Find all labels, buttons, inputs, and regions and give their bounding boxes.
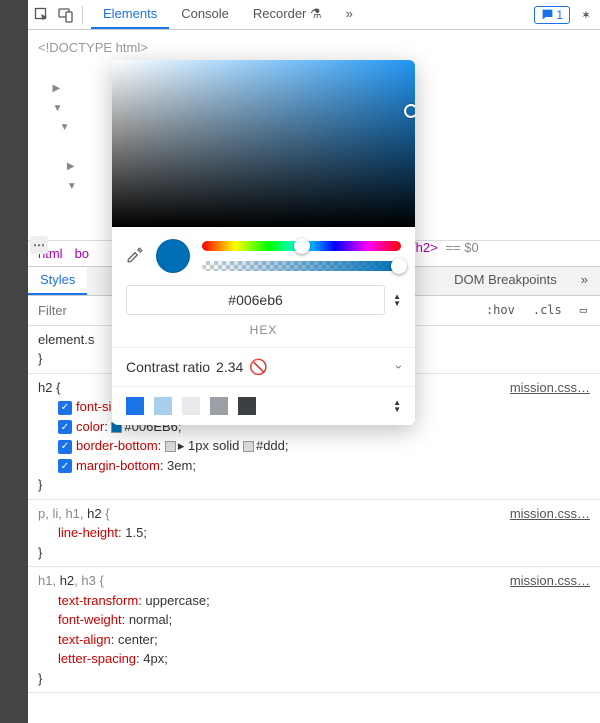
chat-icon [541, 8, 554, 21]
contrast-value: 2.34 [216, 359, 243, 375]
device-toggle-icon[interactable] [58, 7, 74, 23]
tab-recorder-label: Recorder [253, 6, 306, 21]
new-style-rule-icon[interactable]: ▭ [573, 300, 594, 320]
chevron-down-icon: ▼ [393, 300, 401, 307]
subtabs-overflow[interactable]: » [569, 267, 600, 295]
eyedropper-icon[interactable] [126, 246, 144, 267]
css-rule[interactable]: p, li, h1, h2 {mission.css…line-height: … [28, 500, 600, 568]
source-link[interactable]: mission.css… [510, 378, 590, 398]
flask-icon: ⚗︎ [310, 6, 322, 22]
subtab-dom-breakpoints[interactable]: DOM Breakpoints [442, 267, 569, 295]
color-picker: ▲▼ HEX Contrast ratio 2.34 🚫 › ▲▼ [112, 60, 415, 425]
inspect-icon[interactable] [34, 7, 50, 23]
source-link[interactable]: mission.css… [510, 571, 590, 591]
source-link[interactable]: mission.css… [510, 504, 590, 524]
toggle-checkbox[interactable]: ✓ [58, 440, 72, 454]
chevron-down-icon: ▼ [393, 406, 401, 413]
contrast-fail-icon: 🚫 [249, 358, 268, 376]
toggle-checkbox[interactable]: ✓ [58, 420, 72, 434]
panel-tabs: Elements Console Recorder ⚗︎ » [91, 0, 365, 29]
issues-count: 1 [556, 8, 563, 22]
color-swatch[interactable] [165, 441, 176, 452]
sv-field[interactable] [112, 60, 415, 227]
sv-cursor[interactable] [404, 104, 415, 118]
hov-toggle[interactable]: :hov [479, 300, 522, 320]
color-swatch[interactable] [243, 441, 254, 452]
contrast-row[interactable]: Contrast ratio 2.34 🚫 › [112, 347, 415, 386]
issues-badge[interactable]: 1 [534, 6, 570, 24]
hex-input[interactable] [126, 285, 385, 315]
toggle-checkbox[interactable]: ✓ [58, 459, 72, 473]
chevron-down-icon[interactable]: › [392, 365, 406, 369]
format-stepper[interactable]: ▲▼ [393, 293, 401, 307]
breadcrumb-item[interactable]: bo [75, 246, 89, 261]
cls-toggle[interactable]: .cls [526, 300, 569, 320]
tabs-overflow[interactable]: » [334, 0, 365, 29]
selected-node-trail: /h2> == $0 [412, 240, 479, 256]
current-color-swatch [156, 239, 190, 273]
alpha-slider[interactable] [202, 261, 401, 271]
palette-swatch[interactable] [238, 397, 256, 415]
format-label: HEX [112, 323, 415, 347]
settings-icon[interactable]: ✶ [578, 8, 594, 22]
css-rule[interactable]: h1, h2, h3 {mission.css…text-transform: … [28, 567, 600, 693]
palette-row: ▲▼ [112, 386, 415, 425]
palette-swatch[interactable] [154, 397, 172, 415]
tab-elements[interactable]: Elements [91, 0, 169, 29]
window-left-strip [0, 0, 28, 723]
tab-recorder[interactable]: Recorder ⚗︎ [241, 0, 334, 29]
palette-swatch[interactable] [210, 397, 228, 415]
contrast-label: Contrast ratio [126, 359, 210, 375]
doctype-node: <!DOCTYPE html> [38, 40, 148, 55]
devtools-toolbar: Elements Console Recorder ⚗︎ » 1 ✶ [28, 0, 600, 30]
palette-swatch[interactable] [182, 397, 200, 415]
palette-stepper[interactable]: ▲▼ [393, 399, 401, 413]
tab-console[interactable]: Console [169, 0, 241, 29]
more-rows-icon[interactable]: ⋯ [30, 236, 48, 254]
palette-swatch[interactable] [126, 397, 144, 415]
subtab-styles[interactable]: Styles [28, 267, 87, 295]
hue-slider[interactable] [202, 241, 401, 251]
alpha-thumb[interactable] [391, 258, 407, 274]
hue-thumb[interactable] [294, 238, 310, 254]
toggle-checkbox[interactable]: ✓ [58, 401, 72, 415]
